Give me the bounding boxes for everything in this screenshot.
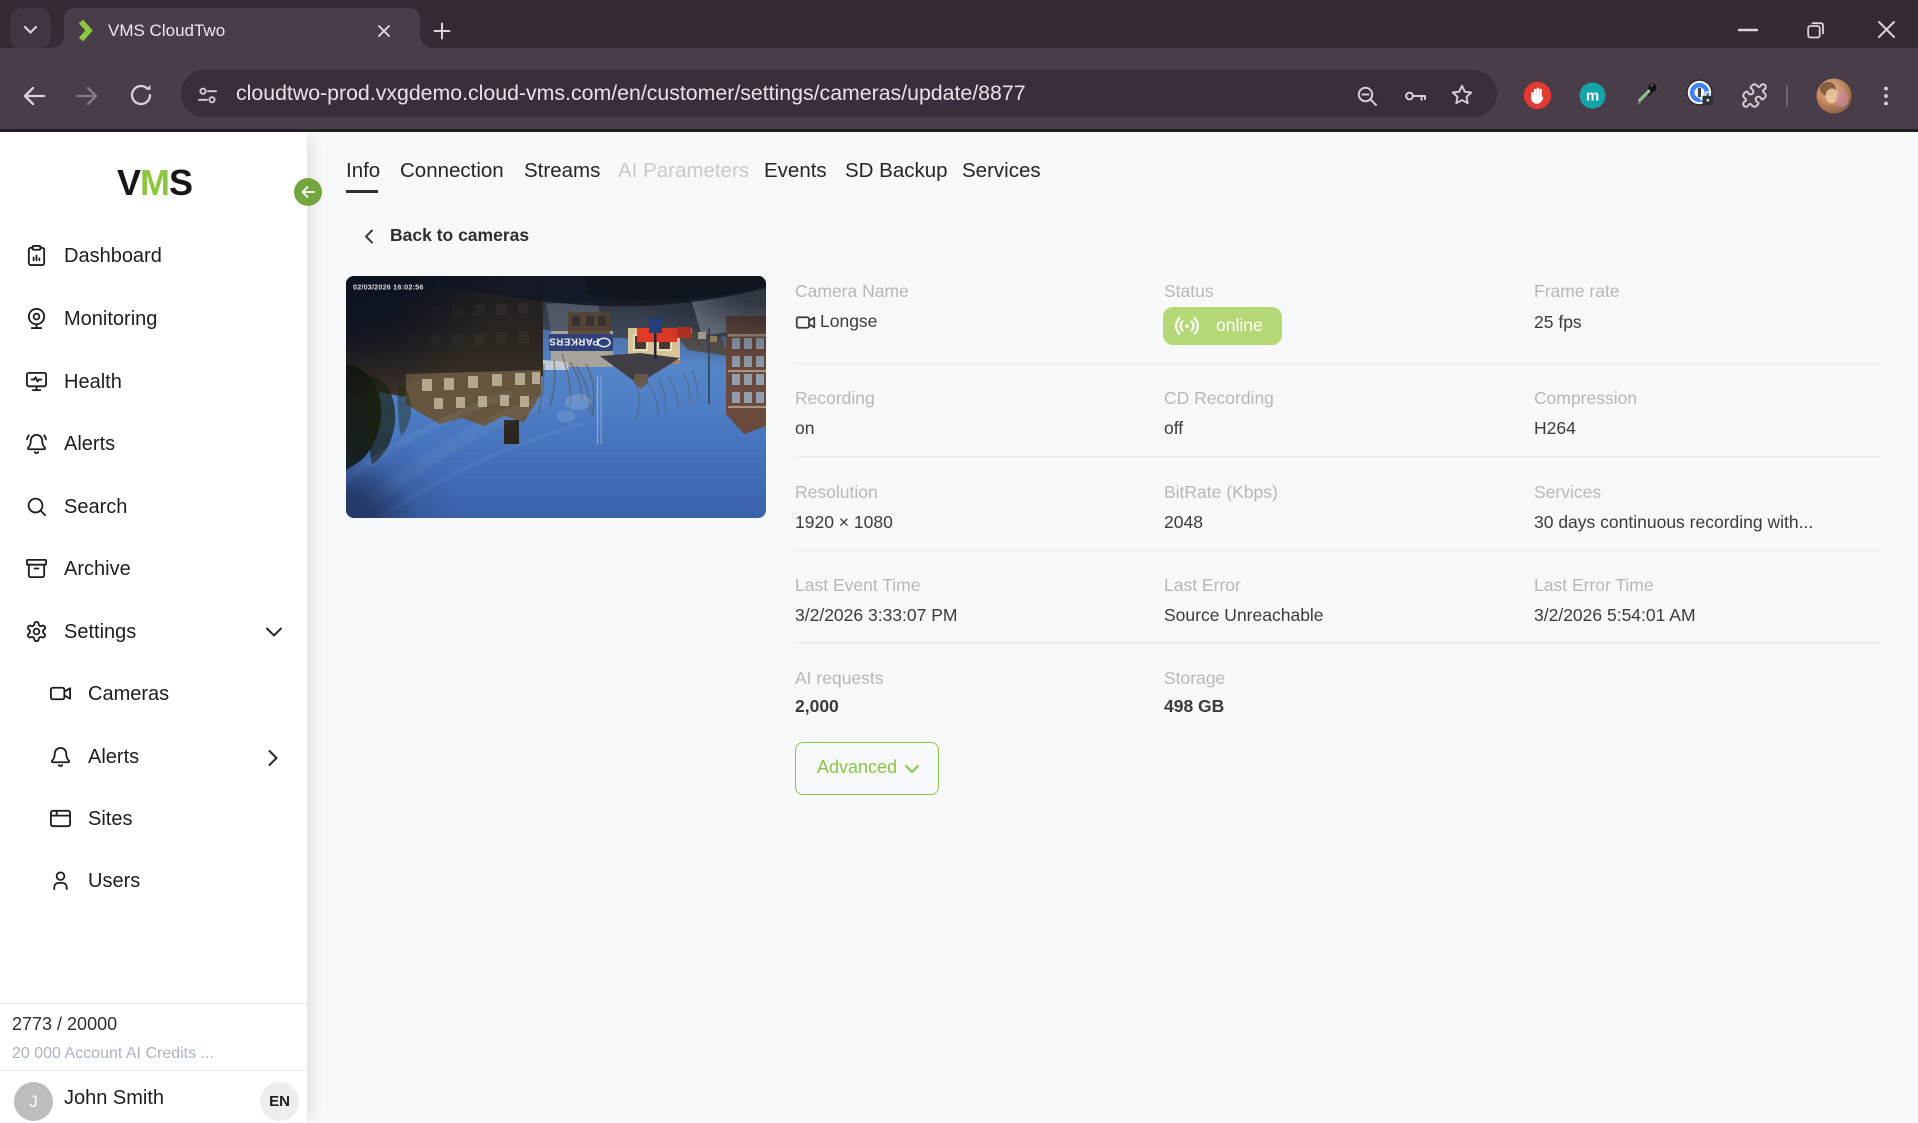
svg-text:02/03/2026 16:02:56: 02/03/2026 16:02:56 <box>353 283 424 292</box>
svg-text:m: m <box>1586 88 1599 105</box>
svg-text:PARKERS: PARKERS <box>549 336 599 347</box>
